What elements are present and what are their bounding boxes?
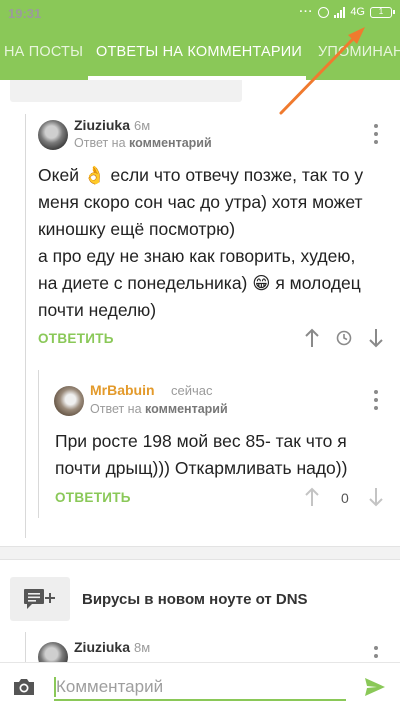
reply-to-prefix: Ответ на <box>90 402 142 416</box>
reply-button[interactable]: ОТВЕТИТЬ <box>38 331 114 346</box>
comment-line: а про еду не знаю как говорить, худею, <box>38 246 356 266</box>
comment-author[interactable]: Ziuziuka <box>74 117 130 133</box>
post-header[interactable]: Вирусы в новом ноуте от DNS <box>0 577 400 627</box>
thread-line-nested <box>38 370 39 518</box>
comment-line: киношку ещё посмотрю) <box>38 219 236 239</box>
section-divider <box>0 546 400 560</box>
comment-time: сейчас <box>171 383 213 398</box>
arrow-up-icon[interactable] <box>303 487 321 507</box>
reply-to-link[interactable]: комментарий <box>129 136 212 150</box>
thread-line <box>25 114 26 538</box>
tab-bar: НА ПОСТЫ ОТВЕТЫ НА КОММЕНТАРИИ УПОМИНАН <box>0 36 400 70</box>
comment-author[interactable]: MrBabuin <box>90 382 155 398</box>
thread-line <box>25 632 26 662</box>
reply-button[interactable]: ОТВЕТИТЬ <box>55 490 131 505</box>
more-options-icon[interactable] <box>373 124 379 144</box>
network-type: 4G <box>350 6 365 18</box>
battery-icon: 1 <box>370 6 395 18</box>
comment-body: Окей 👌 если что отвечу позже, так то у м… <box>38 162 363 324</box>
reply-to-label: Ответ на комментарий <box>74 136 212 150</box>
comment-input[interactable] <box>54 675 346 701</box>
arrow-down-icon[interactable] <box>367 328 385 348</box>
comment-body: При росте 198 мой вес 85- так что я почт… <box>55 428 347 482</box>
replies-feed[interactable]: Ziuziuka 6м Ответ на комментарий Окей 👌 … <box>0 80 400 662</box>
text-cursor <box>54 677 56 697</box>
comment-add-icon <box>24 589 55 609</box>
tab-mentions[interactable]: УПОМИНАН <box>318 44 400 60</box>
vote-count: 0 <box>341 490 349 506</box>
avatar[interactable] <box>38 642 68 662</box>
previous-post-card[interactable] <box>10 80 242 102</box>
status-time: 19:31 <box>8 6 42 21</box>
post-icon-container <box>10 577 70 621</box>
status-indicators: ··· 4G 1 <box>299 6 395 18</box>
alarm-icon <box>318 6 330 18</box>
comment-time: 6м <box>134 118 151 133</box>
comment-author[interactable]: Ziuziuka <box>74 639 130 655</box>
more-options-icon[interactable] <box>373 646 379 662</box>
reply-to-label: Ответ на комментарий <box>90 402 228 416</box>
comment-line: на диете с понедельника) 😁 я молодец <box>38 273 361 293</box>
more-options-icon[interactable] <box>373 390 379 410</box>
signal-icon <box>334 6 346 18</box>
comment-line: Окей 👌 если что отвечу позже, так то у <box>38 165 364 185</box>
comment-line: почти дрыщ))) Откармливать надо)) <box>55 458 348 478</box>
comment-line: меня скоро сон час до утра) хотя может <box>38 192 363 212</box>
comment-line: При росте 198 мой вес 85- так что я <box>55 431 347 451</box>
comment-line: почти неделю) <box>38 300 157 320</box>
reply-to-prefix: Ответ на <box>74 136 126 150</box>
clock-icon[interactable] <box>336 330 352 346</box>
comment-input-bar <box>0 662 400 711</box>
app-header: 19:31 ··· 4G 1 НА ПОСТЫ ОТВЕТЫ НА КОММЕН… <box>0 0 400 80</box>
arrow-down-icon[interactable] <box>367 487 385 507</box>
notification-dots-icon: ··· <box>299 6 314 18</box>
send-icon[interactable] <box>364 677 386 697</box>
arrow-up-icon[interactable] <box>303 328 321 348</box>
camera-icon[interactable] <box>12 677 36 697</box>
post-title[interactable]: Вирусы в новом ноуте от DNS <box>82 591 308 608</box>
avatar[interactable] <box>54 386 84 416</box>
tab-posts[interactable]: НА ПОСТЫ <box>4 44 83 60</box>
tab-comment-replies[interactable]: ОТВЕТЫ НА КОММЕНТАРИИ <box>96 44 302 60</box>
reply-to-link[interactable]: комментарий <box>145 402 228 416</box>
comment-time: 8м <box>134 640 151 655</box>
avatar[interactable] <box>38 120 68 150</box>
status-bar: 19:31 ··· 4G 1 <box>0 0 400 26</box>
